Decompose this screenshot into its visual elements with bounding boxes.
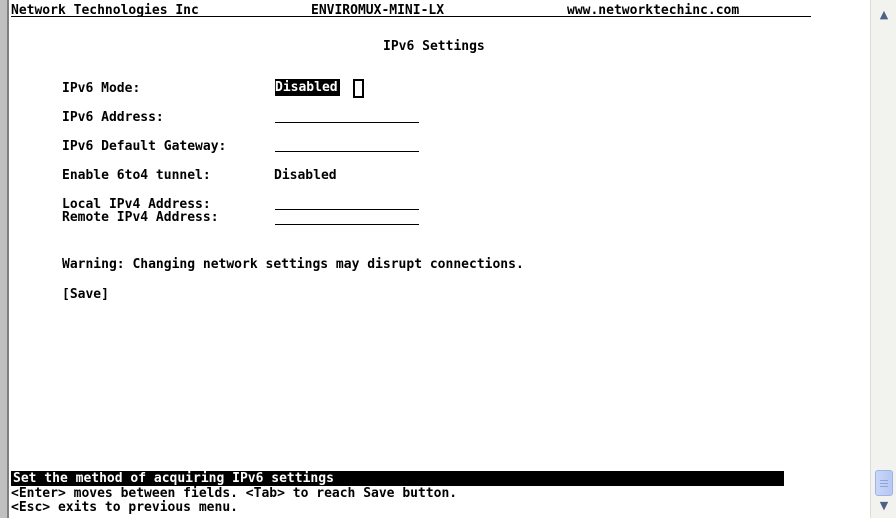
header-underline [11,16,811,17]
page-title: IPv6 Settings [383,39,485,54]
help-line-2: <Esc> exits to previous menu. [11,500,238,515]
thumb-grip-line [880,480,888,481]
terminal-screen[interactable]: Network Technologies Inc ENVIROMUX-MINI-… [11,0,870,518]
remote-ipv4-label: Remote IPv4 Address: [62,210,219,225]
ipv6-mode-field[interactable]: Disabled [275,79,340,96]
local-ipv4-field[interactable] [275,196,419,210]
ipv6-gateway-field[interactable] [275,137,419,152]
ipv6-mode-label: IPv6 Mode: [62,81,141,96]
scroll-up-arrow-icon[interactable]: ▲ [875,6,893,24]
thumb-grip-line [880,486,888,487]
remote-ipv4-field[interactable] [275,211,419,225]
ipv6-address-label: IPv6 Address: [62,110,164,125]
tunnel-6to4-label: Enable 6to4 tunnel: [62,168,211,183]
help-line-1: <Enter> moves between fields. <Tab> to r… [11,486,458,501]
tunnel-6to4-field[interactable]: Disabled [274,168,337,183]
text-cursor [353,79,364,98]
window-left-border [0,0,9,518]
save-button[interactable]: [Save] [62,287,109,302]
status-hint-bar: Set the method of acquiring IPv6 setting… [11,471,784,486]
ipv6-gateway-label: IPv6 Default Gateway: [62,139,227,154]
vertical-scrollbar[interactable]: ▲ ▼ [870,0,896,518]
terminal-window: Network Technologies Inc ENVIROMUX-MINI-… [0,0,896,518]
warning-message: Warning: Changing network settings may d… [62,257,524,272]
thumb-grip-line [880,483,888,484]
ipv6-address-field[interactable] [275,108,419,123]
scroll-down-arrow-icon[interactable]: ▼ [875,497,893,515]
scrollbar-thumb[interactable] [875,470,893,496]
